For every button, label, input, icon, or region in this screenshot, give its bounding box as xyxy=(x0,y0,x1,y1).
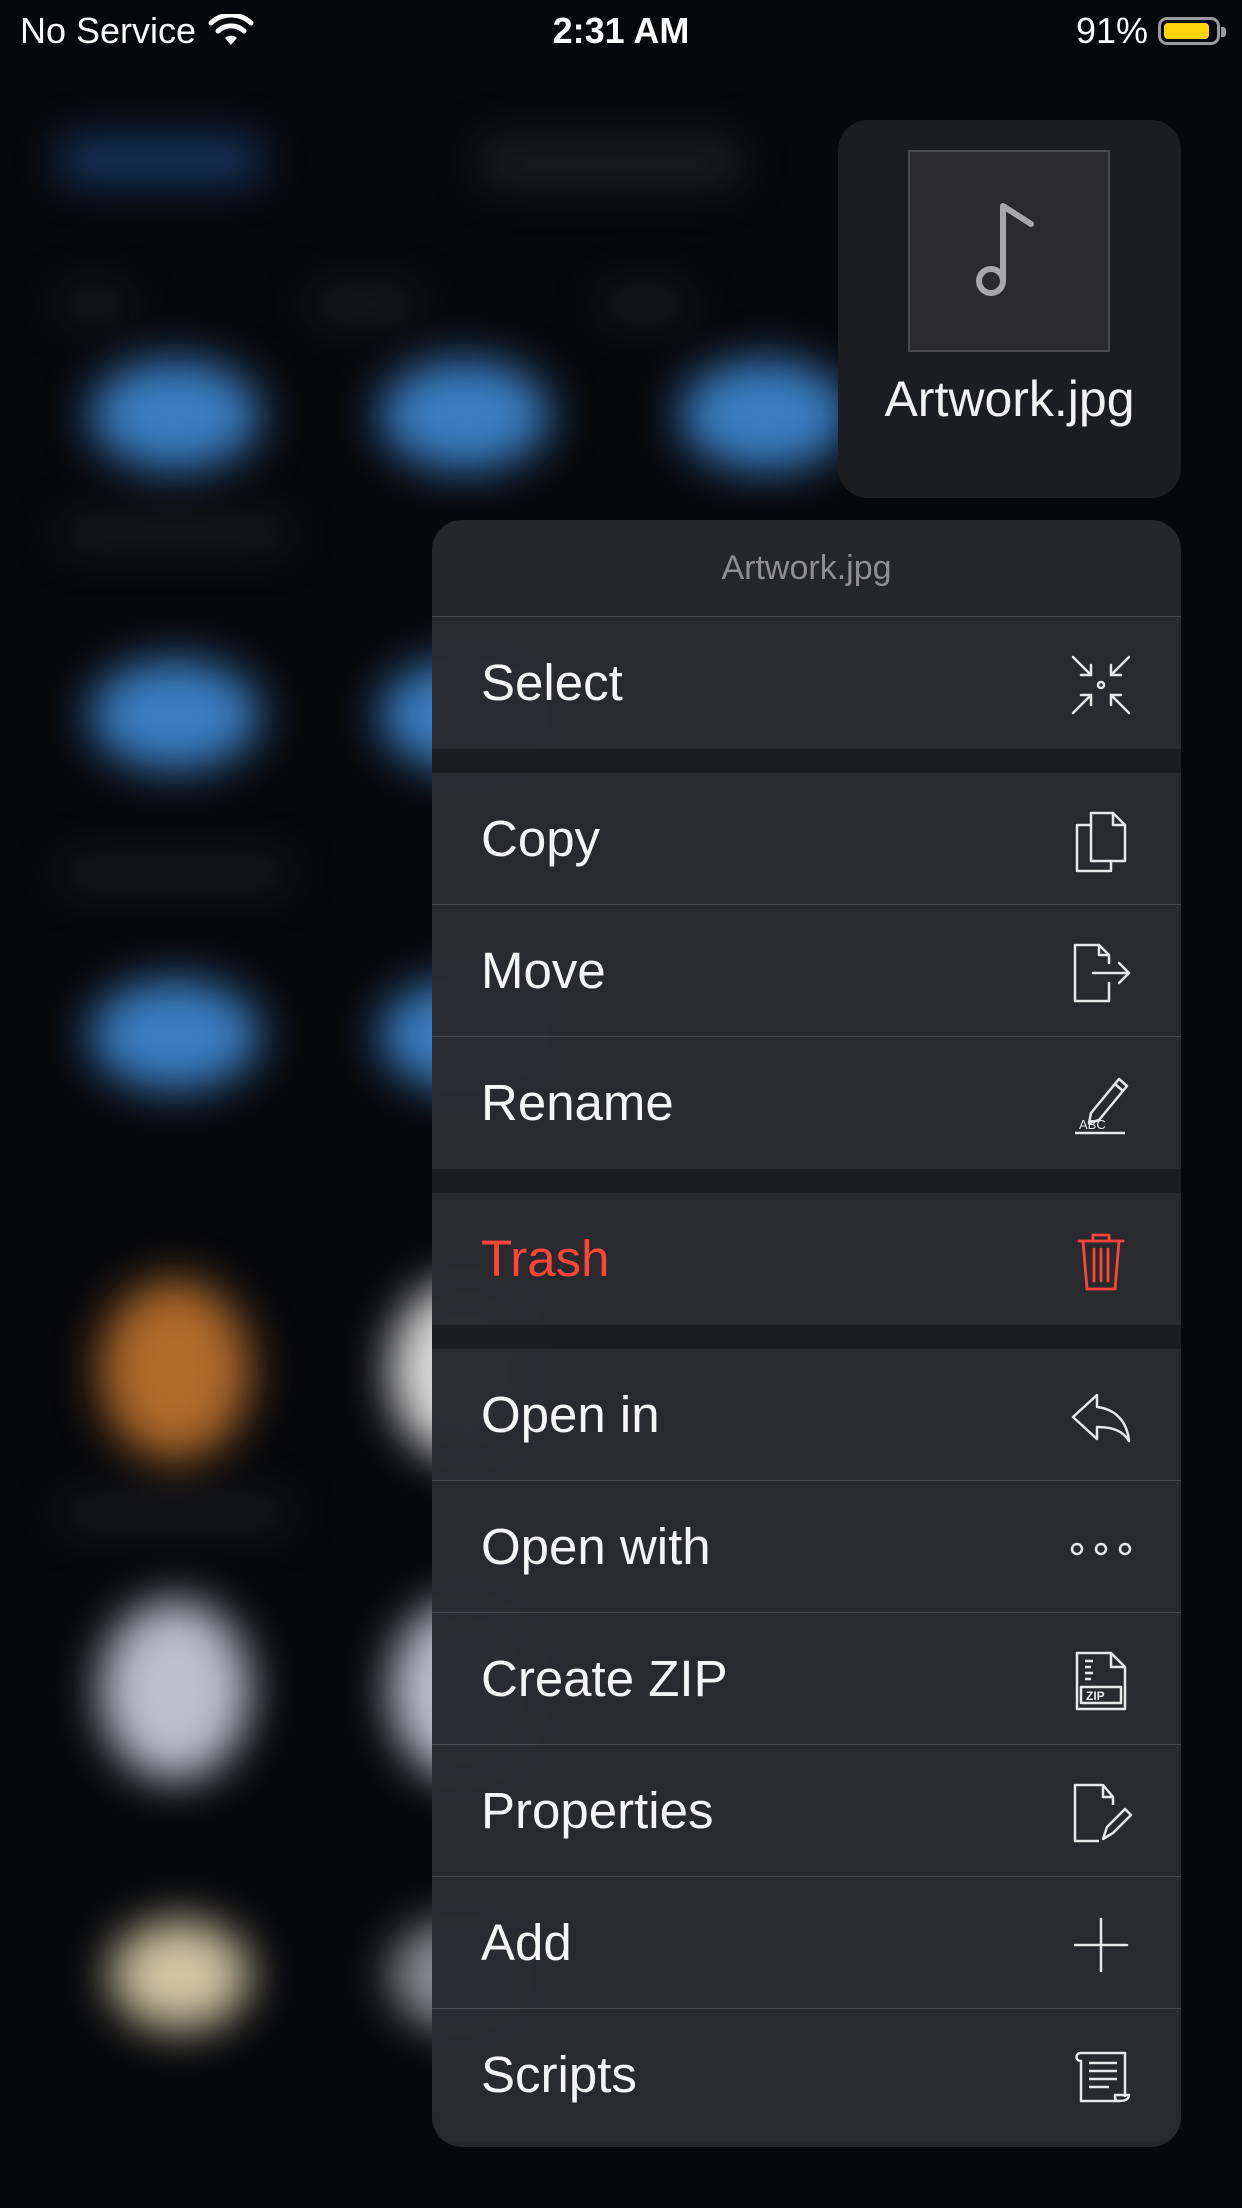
menu-item-label: Scripts xyxy=(481,2046,637,2103)
menu-item-add[interactable]: Add xyxy=(432,1877,1181,2009)
menu-item-create-zip[interactable]: Create ZIP ZIP xyxy=(432,1613,1181,1745)
menu-item-label: Open with xyxy=(481,1518,711,1575)
menu-item-move[interactable]: Move xyxy=(432,905,1181,1037)
menu-item-trash[interactable]: Trash xyxy=(432,1193,1181,1325)
rename-pencil-abc-icon: ABC xyxy=(1075,1077,1129,1135)
menu-item-select[interactable]: Select xyxy=(432,617,1181,749)
blurred-tab xyxy=(310,290,420,318)
reply-arrow-icon xyxy=(1071,1393,1131,1443)
menu-item-label: Trash xyxy=(481,1230,610,1287)
status-bar: No Service 2:31 AM 91% xyxy=(0,0,1242,62)
menu-item-copy[interactable]: Copy xyxy=(432,773,1181,905)
document-edit-icon xyxy=(1073,1783,1133,1843)
menu-item-label: Move xyxy=(481,942,606,999)
status-right: 91% xyxy=(1075,10,1226,52)
blurred-back-button xyxy=(60,140,260,180)
battery-icon xyxy=(1158,17,1226,45)
menu-group-separator xyxy=(432,1325,1181,1349)
blurred-tab xyxy=(600,290,690,318)
menu-item-label: Properties xyxy=(481,1782,714,1839)
menu-item-label: Open in xyxy=(481,1386,660,1443)
scroll-icon xyxy=(1075,2051,1131,2103)
menu-item-label: Select xyxy=(481,654,623,711)
plus-icon xyxy=(1073,1917,1129,1973)
battery-percent: 91% xyxy=(1075,10,1148,51)
blurred-label xyxy=(60,1500,290,1526)
music-note-icon xyxy=(976,203,1034,296)
menu-item-open-with[interactable]: Open with xyxy=(432,1481,1181,1613)
menu-item-label: Create ZIP xyxy=(481,1650,728,1707)
copy-icon xyxy=(1075,811,1127,873)
menu-item-scripts[interactable]: Scripts xyxy=(432,2009,1181,2141)
ellipsis-icon xyxy=(1070,1542,1132,1556)
blurred-file xyxy=(100,1280,250,1460)
blurred-tab xyxy=(60,290,130,318)
menu-item-open-in[interactable]: Open in xyxy=(432,1349,1181,1481)
blurred-folder xyxy=(680,360,850,470)
svg-text:ZIP: ZIP xyxy=(1086,1689,1105,1703)
blurred-file xyxy=(100,1600,250,1780)
blurred-title xyxy=(480,140,740,184)
blurred-label xyxy=(60,860,290,886)
svg-text:ABC: ABC xyxy=(1079,1117,1106,1132)
menu-item-label: Rename xyxy=(481,1074,674,1131)
zip-file-icon: ZIP xyxy=(1075,1651,1127,1711)
blurred-folder xyxy=(90,660,260,770)
move-icon xyxy=(1073,943,1131,1003)
menu-group-separator xyxy=(432,749,1181,773)
file-preview-card[interactable]: Artwork.jpg xyxy=(838,120,1181,498)
menu-title: Artwork.jpg xyxy=(432,520,1181,617)
status-time: 2:31 AM xyxy=(552,10,690,51)
preview-file-name: Artwork.jpg xyxy=(884,371,1135,427)
blurred-folder xyxy=(380,360,550,470)
blurred-file xyxy=(110,1920,250,2030)
blurred-folder xyxy=(90,980,260,1090)
blurred-folder xyxy=(90,360,260,470)
battery-fill xyxy=(1164,23,1209,39)
blurred-label xyxy=(60,520,290,546)
menu-group-separator xyxy=(432,1169,1181,1193)
select-arrows-icon xyxy=(1071,655,1131,715)
menu-item-label: Copy xyxy=(481,810,601,867)
menu-item-rename[interactable]: Rename ABC xyxy=(432,1037,1181,1169)
trash-icon xyxy=(1077,1233,1125,1291)
file-thumbnail xyxy=(908,150,1110,352)
menu-item-label: Add xyxy=(481,1914,572,1971)
context-menu: Artwork.jpg Select Copy Move Rename ABC … xyxy=(432,520,1181,2147)
menu-item-properties[interactable]: Properties xyxy=(432,1745,1181,1877)
